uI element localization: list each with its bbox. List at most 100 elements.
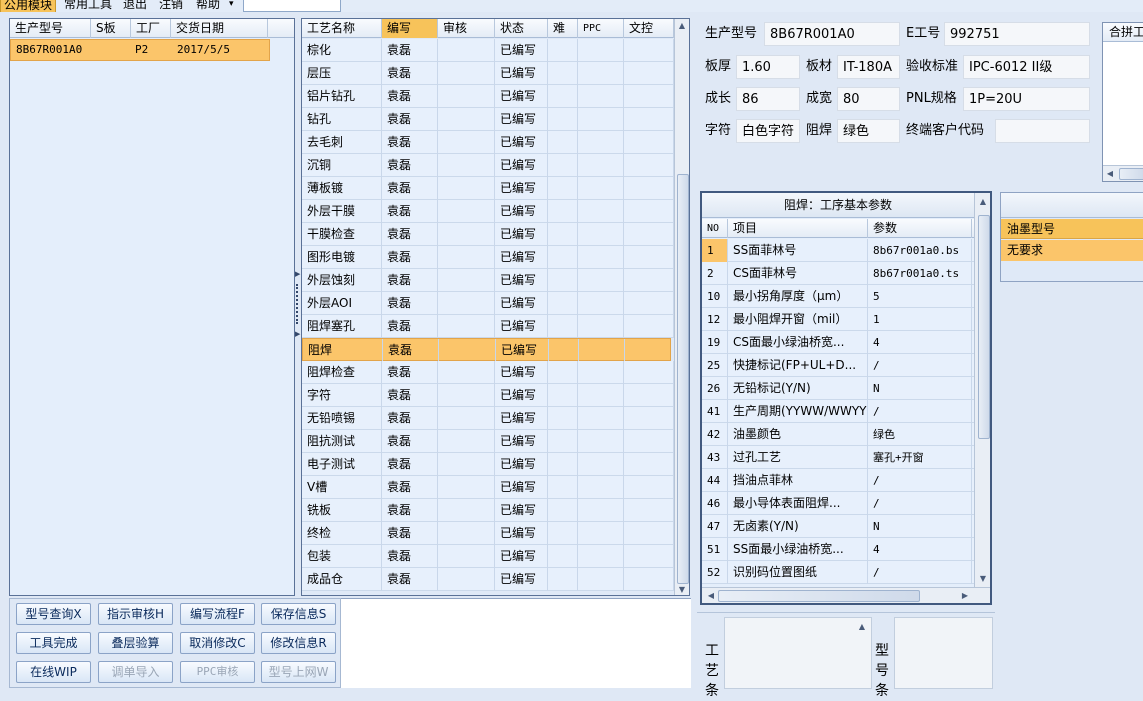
table-row[interactable]: 沉铜 袁磊 已编写 bbox=[302, 154, 674, 177]
table-row[interactable]: 43 过孔工艺 塞孔+开窗 bbox=[702, 446, 974, 469]
width-field[interactable]: 80 bbox=[837, 87, 900, 111]
table-row[interactable]: V槽 袁磊 已编写 bbox=[302, 476, 674, 499]
edit-info-button[interactable]: 修改信息R bbox=[261, 632, 336, 654]
scroll-left-icon[interactable]: ◀ bbox=[1103, 169, 1117, 179]
table-row[interactable]: 10 最小拐角厚度（μm） 5 bbox=[702, 285, 974, 308]
table-row[interactable]: 44 挡油点菲林 / bbox=[702, 469, 974, 492]
e-number-field[interactable]: 992751 bbox=[944, 22, 1090, 46]
table-row[interactable]: 包装 袁磊 已编写 bbox=[302, 545, 674, 568]
character-field[interactable]: 白色字符 bbox=[736, 119, 800, 143]
scroll-thumb[interactable] bbox=[677, 174, 689, 584]
table-row[interactable]: 成品仓 袁磊 已编写 bbox=[302, 568, 674, 591]
table-row[interactable]: 25 快捷标记(FP+UL+D... / bbox=[702, 354, 974, 377]
import-order-button[interactable]: 调单导入 bbox=[98, 661, 173, 683]
scroll-down-icon[interactable]: ▼ bbox=[976, 574, 990, 584]
table-row[interactable]: 去毛刺 袁磊 已编写 bbox=[302, 131, 674, 154]
scroll-thumb[interactable] bbox=[1119, 168, 1143, 180]
menu-public-modules[interactable]: 公用模块 bbox=[0, 0, 57, 12]
table-row[interactable]: 薄板镀 袁磊 已编写 bbox=[302, 177, 674, 200]
process-remark-box[interactable]: ▲ bbox=[724, 617, 872, 689]
merge-hscrollbar[interactable]: ◀ bbox=[1103, 165, 1143, 181]
model-query-button[interactable]: 型号查询X bbox=[16, 603, 91, 625]
param-grid-scrollbar[interactable]: ▲ ▼ bbox=[974, 193, 990, 587]
header-item[interactable]: 项目 bbox=[728, 219, 868, 238]
stackup-check-button[interactable]: 叠层验算 bbox=[98, 632, 173, 654]
pnl-field[interactable]: 1P=20U bbox=[963, 87, 1090, 111]
menu-help[interactable]: 帮助 bbox=[193, 0, 223, 12]
menu-logout[interactable]: 注销 bbox=[156, 0, 186, 12]
scroll-up-icon[interactable]: ▲ bbox=[675, 21, 689, 31]
solder-mask-field[interactable]: 绿色 bbox=[837, 119, 900, 143]
material-field[interactable]: IT-180A bbox=[837, 55, 900, 79]
table-row[interactable]: 19 CS面最小绿油桥宽... 4 bbox=[702, 331, 974, 354]
model-field[interactable]: 8B67R001A0 bbox=[764, 22, 900, 46]
table-row[interactable]: 阻焊塞孔 袁磊 已编写 bbox=[302, 315, 674, 338]
table-row[interactable]: 层压 袁磊 已编写 bbox=[302, 62, 674, 85]
table-row[interactable]: 12 最小阻焊开窗（mil） 1 bbox=[702, 308, 974, 331]
header-param[interactable]: 参数 bbox=[868, 219, 972, 238]
table-row[interactable]: 外层蚀刻 袁磊 已编写 bbox=[302, 269, 674, 292]
header-process-name[interactable]: 工艺名称 bbox=[302, 19, 382, 38]
param-grid-hscrollbar[interactable]: ◀ ▶ bbox=[702, 587, 990, 603]
standard-field[interactable]: IPC-6012 II级 bbox=[963, 55, 1090, 79]
menu-exit[interactable]: 退出 bbox=[120, 0, 150, 12]
header-reviewer[interactable]: 审核 bbox=[438, 19, 495, 38]
header-s-board[interactable]: S板 bbox=[91, 19, 131, 38]
table-row[interactable]: 42 油墨颜色 绿色 bbox=[702, 423, 974, 446]
table-row[interactable]: 无铅喷锡 袁磊 已编写 bbox=[302, 407, 674, 430]
menu-combo-box[interactable] bbox=[243, 0, 341, 12]
table-row[interactable]: 2 CS面菲林号 8b67r001a0.ts bbox=[702, 262, 974, 285]
table-row[interactable]: 无要求 bbox=[1001, 240, 1143, 261]
customer-code-field[interactable] bbox=[995, 119, 1090, 143]
scroll-left-icon[interactable]: ◀ bbox=[704, 591, 718, 601]
header-factory[interactable]: 工厂 bbox=[131, 19, 171, 38]
table-row[interactable]: 终检 袁磊 已编写 bbox=[302, 522, 674, 545]
scroll-down-icon[interactable]: ▼ bbox=[675, 585, 689, 595]
write-process-button[interactable]: 编写流程F bbox=[180, 603, 255, 625]
header-difficulty[interactable]: 难 bbox=[548, 19, 578, 38]
header-document-control[interactable]: 文控 bbox=[624, 19, 674, 38]
splitter-handle[interactable]: ▶ ▶ bbox=[294, 270, 300, 340]
scroll-up-icon[interactable]: ▲ bbox=[855, 622, 869, 632]
table-row[interactable]: 52 识别码位置图纸 / bbox=[702, 561, 974, 584]
table-row[interactable]: 电子测试 袁磊 已编写 bbox=[302, 453, 674, 476]
instruction-review-button[interactable]: 指示审核H bbox=[98, 603, 173, 625]
header-ink-type[interactable]: 油墨型号 bbox=[1001, 219, 1143, 239]
table-row[interactable]: 外层AOI 袁磊 已编写 bbox=[302, 292, 674, 315]
online-wip-button[interactable]: 在线WIP bbox=[16, 661, 91, 683]
header-delivery-date[interactable]: 交货日期 bbox=[171, 19, 268, 38]
header-no[interactable]: NO bbox=[702, 219, 728, 238]
table-row[interactable]: 阻抗测试 袁磊 已编写 bbox=[302, 430, 674, 453]
scroll-thumb[interactable] bbox=[718, 590, 920, 602]
table-row[interactable]: 51 SS面最小绿油桥宽... 4 bbox=[702, 538, 974, 561]
table-row[interactable]: 47 无卤素(Y/N) N bbox=[702, 515, 974, 538]
dropdown-arrow-icon[interactable]: ▾ bbox=[226, 0, 237, 12]
ppc-review-button[interactable]: PPC审核 bbox=[180, 661, 255, 683]
table-row[interactable]: 8B67R001A0 P2 2017/5/5 bbox=[10, 39, 270, 61]
table-row[interactable]: 棕化 袁磊 已编写 bbox=[302, 39, 674, 62]
table-row[interactable]: 26 无铅标记(Y/N) N bbox=[702, 377, 974, 400]
table-row[interactable]: 铝片钻孔 袁磊 已编写 bbox=[302, 85, 674, 108]
header-model[interactable]: 生产型号 bbox=[10, 19, 91, 38]
model-remark-box[interactable] bbox=[894, 617, 993, 689]
tool-complete-button[interactable]: 工具完成 bbox=[16, 632, 91, 654]
menu-common-tools[interactable]: 常用工具 bbox=[61, 0, 115, 12]
thickness-field[interactable]: 1.60 bbox=[736, 55, 800, 79]
header-ppc[interactable]: PPC bbox=[578, 19, 624, 38]
merge-header[interactable]: 合拼工 bbox=[1103, 23, 1143, 42]
table-row[interactable]: 阻焊 袁磊 已编写 bbox=[302, 338, 671, 362]
table-row[interactable]: 铣板 袁磊 已编写 bbox=[302, 499, 674, 522]
save-info-button[interactable]: 保存信息S bbox=[261, 603, 336, 625]
table-row[interactable]: 图形电镀 袁磊 已编写 bbox=[302, 246, 674, 269]
table-row[interactable]: 1 SS面菲林号 8b67r001a0.bs bbox=[702, 239, 974, 262]
model-publish-button[interactable]: 型号上网W bbox=[261, 661, 336, 683]
scroll-thumb[interactable] bbox=[978, 215, 990, 439]
table-row[interactable]: 41 生产周期(YYWW/WWYY) / bbox=[702, 400, 974, 423]
header-writer[interactable]: 编写 bbox=[382, 19, 438, 38]
table-row[interactable]: 阻焊检查 袁磊 已编写 bbox=[302, 361, 674, 384]
table-row[interactable]: 干膜检查 袁磊 已编写 bbox=[302, 223, 674, 246]
scroll-right-icon[interactable]: ▶ bbox=[958, 591, 972, 601]
cancel-edit-button[interactable]: 取消修改C bbox=[180, 632, 255, 654]
table-row[interactable]: 46 最小导体表面阻焊... / bbox=[702, 492, 974, 515]
process-grid-scrollbar[interactable]: ▲ ▼ bbox=[674, 19, 689, 595]
